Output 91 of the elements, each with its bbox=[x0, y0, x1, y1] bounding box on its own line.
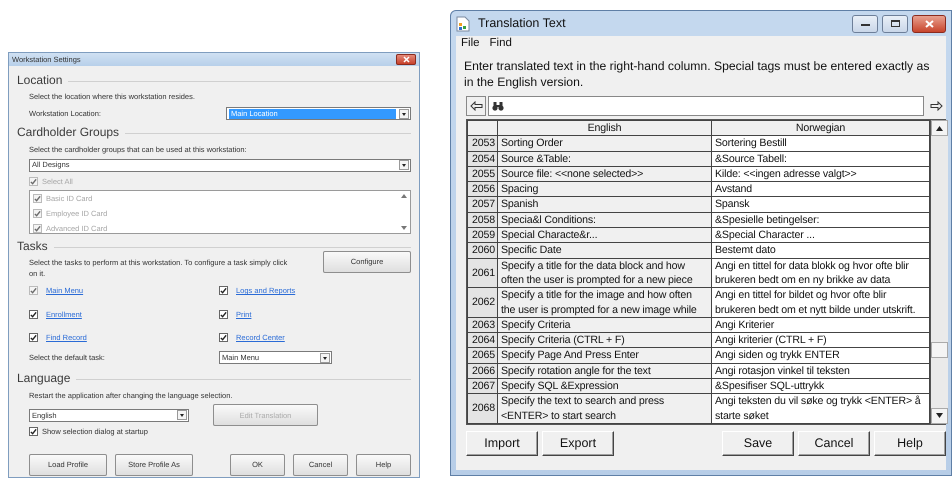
table-cell: Specia&l Conditions: bbox=[498, 212, 712, 228]
left-arrow-icon bbox=[470, 101, 482, 111]
table-cell[interactable]: Angi kriterier (CTRL + F) bbox=[712, 332, 930, 348]
table-cell[interactable]: Spansk bbox=[712, 196, 930, 212]
caret-icon bbox=[320, 352, 330, 362]
table-cell: Specify a title for the image and how often the user is prompted for a new image while bbox=[498, 288, 712, 318]
section-heading: Location bbox=[17, 72, 62, 89]
table-cell: Specify SQL &Expression bbox=[498, 378, 712, 394]
row-number: 2062 bbox=[468, 288, 498, 318]
scroll-down-icon[interactable] bbox=[936, 413, 943, 418]
table-cell[interactable]: Sortering Bestill bbox=[712, 136, 930, 152]
table-cell[interactable]: Angi siden og trykk ENTER bbox=[712, 348, 930, 364]
section-heading: Language bbox=[17, 370, 70, 387]
dialog-button[interactable]: Import bbox=[466, 430, 538, 456]
table-cell: Sorting Order bbox=[498, 136, 712, 152]
table-cell[interactable]: &Special Character ... bbox=[712, 228, 930, 243]
caret-icon bbox=[399, 108, 409, 119]
document-icon bbox=[456, 16, 470, 32]
table-cell: Specify the text to search and press <ENTER> to start search bbox=[498, 394, 712, 424]
row-number: 2067 bbox=[468, 378, 498, 394]
dialog-button[interactable]: Help bbox=[874, 430, 946, 456]
row-number: 2061 bbox=[468, 258, 498, 288]
table-cell: Spanish bbox=[498, 196, 712, 212]
table-cell[interactable]: Angi en tittel for data blokk og hvor ofte blir brukeren bedt om en ny brikke av data bbox=[712, 258, 930, 288]
table-cell: Specify a title for the data block and how often the user is prompted for a new piece bbox=[498, 258, 712, 288]
scrollbar[interactable] bbox=[930, 120, 948, 424]
checkbox[interactable] bbox=[219, 332, 228, 342]
checkbox[interactable] bbox=[29, 427, 38, 436]
row-number: 2057 bbox=[468, 196, 498, 212]
row-number: 2063 bbox=[468, 317, 498, 333]
table-cell[interactable]: Angi teksten du vil søke og trykk <ENTER> å starte søket bbox=[712, 394, 930, 424]
row-number: 2065 bbox=[468, 348, 498, 364]
checkbox[interactable] bbox=[219, 286, 228, 296]
right-arrow-icon bbox=[930, 101, 942, 111]
table-cell: Specify Criteria bbox=[498, 317, 712, 333]
row-number: 2058 bbox=[468, 212, 498, 228]
table-cell[interactable]: &Source Tabell: bbox=[712, 151, 930, 166]
table-cell[interactable]: Avstand bbox=[712, 182, 930, 197]
section-heading: Tasks bbox=[17, 238, 48, 255]
table-cell: Spacing bbox=[498, 182, 712, 197]
column-header[interactable]: Norwegian bbox=[712, 120, 930, 136]
section-heading: Cardholder Groups bbox=[17, 124, 120, 142]
close-icon bbox=[924, 20, 934, 28]
caret-icon bbox=[399, 160, 409, 170]
caret-icon bbox=[177, 410, 187, 420]
row-number: 2053 bbox=[468, 136, 498, 152]
checkbox[interactable] bbox=[29, 310, 38, 319]
table-cell: Special Characte&r... bbox=[498, 228, 712, 243]
table-cell: Specify rotation angle for the text bbox=[498, 363, 712, 379]
row-number: 2064 bbox=[468, 332, 498, 348]
row-number: 2054 bbox=[468, 151, 498, 166]
table-cell[interactable]: Angi en tittel for bildet og hvor ofte blir brukeren bedt om et nytt bilde under utskrift. bbox=[712, 288, 930, 318]
close-button[interactable] bbox=[912, 14, 946, 32]
binoculars-icon bbox=[492, 101, 504, 111]
table-cell: Specify Page And Press Enter bbox=[498, 348, 712, 364]
row-number: 2066 bbox=[468, 363, 498, 379]
row-number: 2059 bbox=[468, 228, 498, 243]
minimize-button[interactable] bbox=[852, 14, 878, 32]
close-button[interactable] bbox=[396, 54, 416, 65]
table-cell: Specific Date bbox=[498, 242, 712, 258]
dialog-button[interactable]: Save bbox=[722, 430, 794, 456]
row-number: 2055 bbox=[468, 166, 498, 182]
table-cell[interactable]: Bestemt dato bbox=[712, 242, 930, 258]
instruction-text: Enter translated text in the right-hand column. Special tags must be entered exactly as in the English version. bbox=[463, 58, 930, 91]
dialog-button[interactable]: Export bbox=[542, 430, 614, 456]
dialog-button[interactable]: Cancel bbox=[798, 430, 870, 456]
table-cell[interactable]: Angi rotasjon vinkel til teksten bbox=[712, 363, 930, 379]
checkbox[interactable] bbox=[219, 310, 228, 319]
search-field[interactable] bbox=[488, 96, 924, 116]
scrollbar-thumb[interactable] bbox=[931, 342, 948, 358]
maximize-button[interactable] bbox=[882, 14, 908, 32]
row-number: 2056 bbox=[468, 182, 498, 197]
table-cell[interactable]: Angi Kriterier bbox=[712, 317, 930, 333]
maximize-icon bbox=[890, 20, 900, 27]
scroll-up-icon[interactable] bbox=[936, 126, 943, 130]
window-title: Translation Text bbox=[478, 15, 566, 32]
table-cell: Source file: <<none selected>> bbox=[498, 166, 712, 182]
table-cell[interactable]: &Spesifiser SQL-uttrykk bbox=[712, 378, 930, 394]
table-cell[interactable]: Kilde: <<ingen adresse valgt>> bbox=[712, 166, 930, 182]
header-cell bbox=[468, 120, 498, 136]
previous-button[interactable] bbox=[466, 96, 486, 116]
row-number: 2060 bbox=[468, 242, 498, 258]
table-cell[interactable]: &Spesielle betingelser: bbox=[712, 212, 930, 228]
checkbox[interactable] bbox=[29, 332, 38, 342]
table-cell: Source &Table: bbox=[498, 151, 712, 166]
row-number: 2068 bbox=[468, 394, 498, 424]
close-icon bbox=[402, 56, 410, 63]
table-cell: Specify Criteria (CTRL + F) bbox=[498, 332, 712, 348]
menu-item[interactable]: File bbox=[461, 35, 480, 53]
menu-item[interactable]: Find bbox=[490, 35, 512, 53]
column-header[interactable]: English bbox=[498, 120, 712, 136]
